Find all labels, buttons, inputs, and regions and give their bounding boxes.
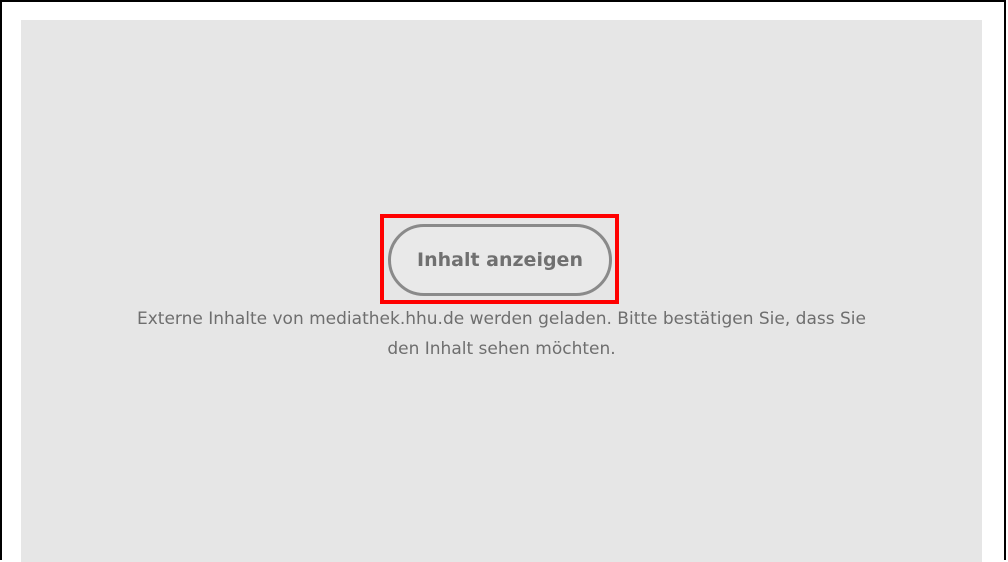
external-content-notice: Externe Inhalte von mediathek.hhu.de wer… [22,304,981,364]
notice-line-1: Externe Inhalte von mediathek.hhu.de wer… [137,309,866,329]
notice-line-2: den Inhalt sehen möchten. [387,339,616,359]
content-frame: Inhalt anzeigen Externe Inhalte von medi… [0,0,1006,562]
show-content-button[interactable]: Inhalt anzeigen [388,224,612,296]
